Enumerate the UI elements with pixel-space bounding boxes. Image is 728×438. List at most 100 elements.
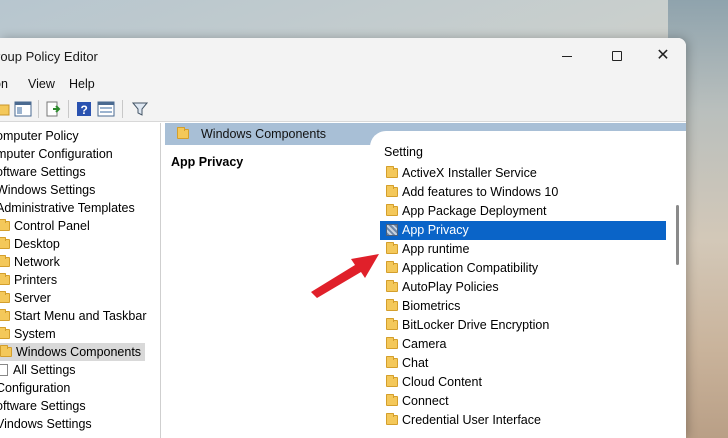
folder-icon <box>0 291 10 303</box>
tree-item-label: Start Menu and Taskbar <box>14 309 147 323</box>
folder-icon <box>0 273 10 285</box>
folder-icon <box>0 309 10 321</box>
up-folder-icon[interactable] <box>0 99 12 119</box>
properties-icon[interactable] <box>96 99 116 119</box>
filter-icon[interactable] <box>130 99 150 119</box>
setting-item[interactable]: App Package Deployment <box>380 202 666 221</box>
tree-item[interactable]: oftware Settings <box>0 163 86 181</box>
setting-item-label: Biometrics <box>402 299 461 313</box>
setting-item-label: App runtime <box>402 242 470 256</box>
setting-item[interactable]: BitLocker Drive Encryption <box>380 316 666 335</box>
setting-item[interactable]: Add features to Windows 10 <box>380 183 666 202</box>
setting-item[interactable]: App Privacy <box>380 221 666 240</box>
setting-item[interactable]: Connect <box>380 392 666 411</box>
tree-item-label: Printers <box>14 273 58 287</box>
setting-item[interactable]: AutoPlay Policies <box>380 278 666 297</box>
setting-item-label: Chat <box>402 356 429 370</box>
tree-item-label: Configuration <box>0 381 71 395</box>
close-button[interactable]: ✕ <box>640 38 686 74</box>
tree-item-label: Administrative Templates <box>0 201 135 215</box>
setting-item[interactable]: App runtime <box>380 240 666 259</box>
tree-item[interactable]: omputer Policy <box>0 127 79 145</box>
tree-item[interactable]: Vindows Settings <box>0 415 92 433</box>
settings-page-icon <box>0 364 8 376</box>
tree-item[interactable]: Windows Components <box>0 343 146 361</box>
folder-icon <box>386 356 398 368</box>
folder-icon <box>0 345 12 357</box>
tree-item[interactable]: Desktop <box>0 235 60 253</box>
folder-icon <box>0 327 10 339</box>
menu-help[interactable]: Help <box>69 77 95 91</box>
setting-item-label: Add features to Windows 10 <box>402 185 559 199</box>
folder-icon <box>386 242 398 254</box>
window-title: roup Policy Editor <box>0 49 98 64</box>
setting-item[interactable]: Chat <box>380 354 666 373</box>
toolbar-separator <box>68 100 69 118</box>
show-hide-tree-icon[interactable] <box>13 99 33 119</box>
tree-item-label: System <box>14 327 56 341</box>
settings-list: Setting ActiveX Installer Service Add fea… <box>370 131 686 438</box>
minimize-button[interactable] <box>544 38 590 74</box>
menu-bar: on View Help <box>0 74 686 96</box>
tree-item-label: Windows Settings <box>0 183 96 197</box>
setting-item-label: Connect <box>402 394 449 408</box>
folder-icon <box>386 413 398 425</box>
folder-icon <box>0 219 10 231</box>
folder-icon <box>386 204 398 216</box>
folder-icon <box>386 280 398 292</box>
svg-text:?: ? <box>81 103 88 117</box>
close-icon: ✕ <box>656 47 670 64</box>
maximize-icon <box>612 51 622 61</box>
setting-item-label: App Privacy <box>402 223 469 237</box>
tree-item-label: mputer Configuration <box>0 147 113 161</box>
minimize-icon <box>562 55 572 57</box>
tree-item[interactable]: All Settings <box>0 361 76 379</box>
title-bar[interactable]: roup Policy Editor ✕ <box>0 38 686 74</box>
tree-item-label: omputer Policy <box>0 129 79 143</box>
tree-item-label: Windows Components <box>16 345 142 359</box>
export-list-icon[interactable] <box>44 99 64 119</box>
tree-item[interactable]: Server <box>0 289 51 307</box>
setting-item-label: Credential User Interface <box>402 413 541 427</box>
tree-item[interactable]: System <box>0 325 56 343</box>
folder-icon <box>177 127 189 139</box>
toolbar-separator <box>38 100 39 118</box>
column-header-setting[interactable]: Setting <box>384 145 423 159</box>
vertical-scrollbar[interactable] <box>676 205 679 265</box>
setting-item[interactable]: Biometrics <box>380 297 666 316</box>
tree-item[interactable]: Administrative Templates <box>0 199 135 217</box>
path-header-label: Windows Components <box>201 127 327 141</box>
tree-item[interactable]: Network <box>0 253 60 271</box>
tree-item[interactable]: Windows Settings <box>0 181 95 199</box>
setting-item[interactable]: Camera <box>380 335 666 354</box>
help-icon[interactable]: ? <box>74 99 94 119</box>
setting-item[interactable]: Cloud Content <box>380 373 666 392</box>
setting-item[interactable]: ActiveX Installer Service <box>380 164 666 183</box>
tree-item-label: All Settings <box>13 363 76 377</box>
setting-item-label: BitLocker Drive Encryption <box>402 318 550 332</box>
tree-item[interactable]: Printers <box>0 271 57 289</box>
tree-item-label: Vindows Settings <box>0 417 92 431</box>
setting-item-label: Camera <box>402 337 447 351</box>
setting-item-label: AutoPlay Policies <box>402 280 499 294</box>
tree-pane: omputer Policy mputer Configuration oftwar… <box>0 123 161 438</box>
tree-item-label: Control Panel <box>14 219 90 233</box>
toolbar-separator <box>122 100 123 118</box>
maximize-button[interactable] <box>594 38 640 74</box>
tree-item-label: oftware Settings <box>0 165 86 179</box>
setting-item-label: ActiveX Installer Service <box>402 166 537 180</box>
tree-item[interactable]: mputer Configuration <box>0 145 113 163</box>
folder-icon <box>386 337 398 349</box>
folder-icon <box>0 255 10 267</box>
tree-item[interactable]: Control Panel <box>0 217 90 235</box>
menu-action[interactable]: on <box>0 77 8 91</box>
setting-item[interactable]: Credential User Interface <box>380 411 666 430</box>
tree-item[interactable]: Configuration <box>0 379 70 397</box>
setting-item[interactable]: Application Compatibility <box>380 259 666 278</box>
toolbar: ? <box>0 96 686 122</box>
tree-item[interactable]: Start Menu and Taskbar <box>0 307 146 325</box>
folder-icon <box>386 166 398 178</box>
tree-item[interactable]: oftware Settings <box>0 397 86 415</box>
menu-view[interactable]: View <box>28 77 55 91</box>
setting-item-label: Cloud Content <box>402 375 482 389</box>
